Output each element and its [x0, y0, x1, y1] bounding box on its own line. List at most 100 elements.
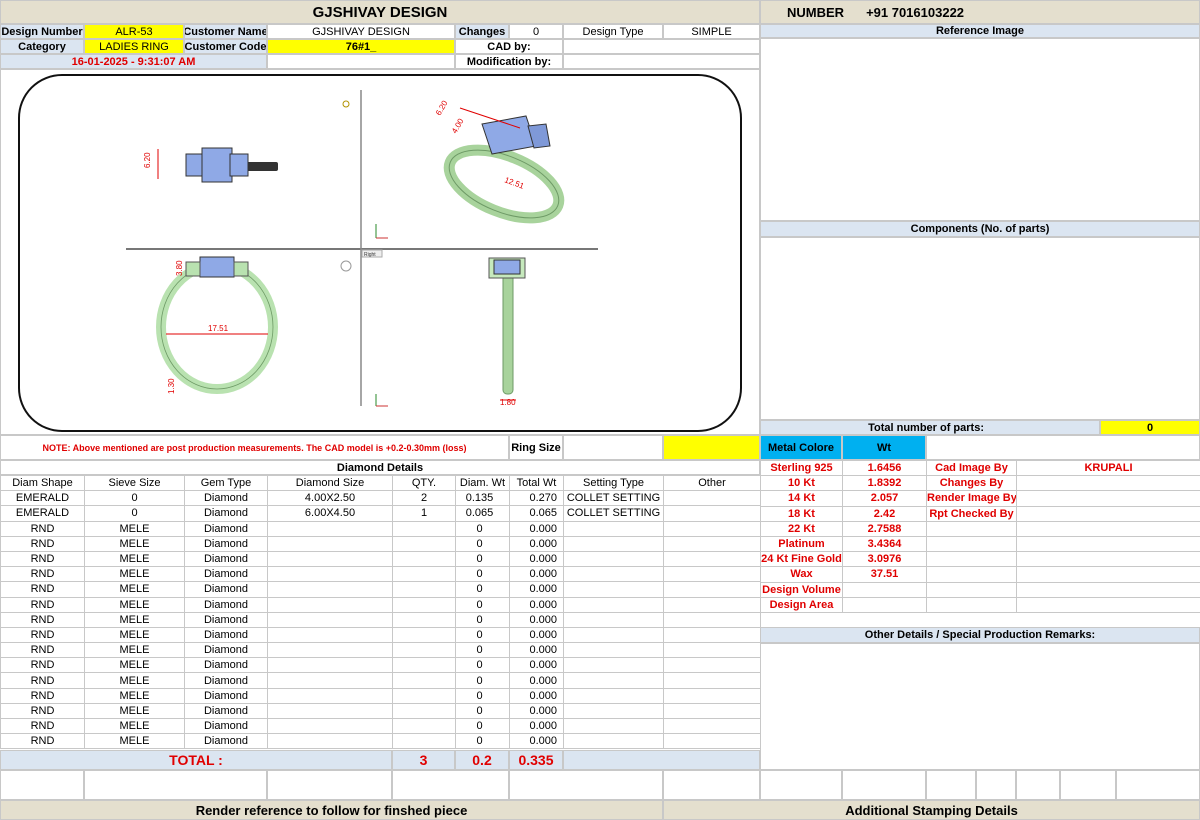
diamond-cell[interactable]: 0.000 — [509, 550, 564, 568]
diamond-cell[interactable]: Diamond — [184, 717, 268, 735]
diamond-cell[interactable]: RND — [0, 687, 85, 704]
diamond-cell[interactable] — [392, 672, 456, 689]
diamond-cell[interactable]: 0 — [455, 657, 510, 674]
diamond-cell[interactable]: MELE — [84, 596, 185, 613]
diamond-cell[interactable] — [392, 702, 456, 720]
diamond-cell[interactable] — [392, 626, 456, 644]
diamond-cell[interactable]: MELE — [84, 550, 185, 568]
diamond-cell[interactable]: Diamond — [184, 596, 268, 613]
diamond-cell[interactable]: 0.000 — [509, 687, 564, 704]
diamond-cell[interactable] — [267, 717, 393, 735]
diamond-cell[interactable]: 0 — [455, 535, 510, 552]
changes-value[interactable]: 0 — [509, 24, 563, 39]
diamond-cell[interactable] — [563, 733, 664, 750]
diamond-cell[interactable]: 0.000 — [509, 566, 564, 583]
diamond-cell[interactable]: Diamond — [184, 702, 268, 720]
diamond-cell[interactable]: RND — [0, 581, 85, 598]
diamond-cell[interactable] — [563, 535, 664, 552]
diamond-cell[interactable] — [663, 672, 761, 689]
components-area[interactable] — [760, 237, 1200, 420]
diamond-cell[interactable] — [663, 490, 761, 507]
diamond-cell[interactable] — [267, 702, 393, 720]
diamond-cell[interactable] — [563, 657, 664, 674]
diamond-cell[interactable] — [392, 581, 456, 598]
diamond-cell[interactable] — [663, 505, 761, 522]
diamond-cell[interactable]: MELE — [84, 672, 185, 689]
diamond-cell[interactable]: Diamond — [184, 581, 268, 598]
diamond-cell[interactable]: 0.135 — [455, 490, 510, 507]
diamond-cell[interactable] — [267, 687, 393, 704]
diamond-cell[interactable]: 1 — [392, 505, 456, 522]
diamond-cell[interactable]: 0 — [455, 550, 510, 568]
diamond-cell[interactable]: RND — [0, 626, 85, 644]
diamond-cell[interactable]: Diamond — [184, 657, 268, 674]
diamond-cell[interactable] — [663, 687, 761, 704]
diamond-cell[interactable]: MELE — [84, 520, 185, 537]
metal-weight[interactable]: 2.057 — [842, 490, 927, 507]
diamond-cell[interactable] — [392, 535, 456, 552]
diamond-cell[interactable] — [267, 566, 393, 583]
diamond-cell[interactable] — [392, 550, 456, 568]
diamond-cell[interactable]: 0.000 — [509, 657, 564, 674]
diamond-cell[interactable] — [392, 566, 456, 583]
diamond-cell[interactable]: MELE — [84, 535, 185, 552]
diamond-cell[interactable]: MELE — [84, 626, 185, 644]
customer-code-value[interactable]: 76#1_ — [267, 39, 455, 54]
diamond-cell[interactable] — [663, 733, 761, 750]
diamond-cell[interactable]: RND — [0, 566, 85, 583]
diamond-cell[interactable]: MELE — [84, 657, 185, 674]
diamond-cell[interactable] — [267, 642, 393, 659]
diamond-cell[interactable]: 0 — [84, 505, 185, 522]
diamond-cell[interactable]: 0 — [455, 596, 510, 613]
metal-weight[interactable]: 37.51 — [842, 566, 927, 583]
diamond-cell[interactable]: RND — [0, 520, 85, 537]
diamond-cell[interactable] — [563, 642, 664, 659]
diamond-cell[interactable] — [392, 642, 456, 659]
customer-name-value[interactable]: GJSHIVAY DESIGN — [267, 24, 455, 39]
diamond-cell[interactable]: 0 — [455, 581, 510, 598]
reference-image-area[interactable] — [760, 38, 1200, 221]
diamond-cell[interactable]: 0.000 — [509, 581, 564, 598]
diamond-cell[interactable]: EMERALD — [0, 505, 85, 522]
diamond-cell[interactable]: 0.000 — [509, 702, 564, 720]
metal-weight[interactable] — [842, 581, 927, 598]
diamond-cell[interactable]: MELE — [84, 733, 185, 750]
diamond-cell[interactable]: Diamond — [184, 520, 268, 537]
diamond-cell[interactable]: Diamond — [184, 490, 268, 507]
diamond-cell[interactable] — [267, 733, 393, 750]
diamond-cell[interactable] — [663, 550, 761, 568]
diamond-cell[interactable] — [663, 611, 761, 628]
diamond-cell[interactable] — [663, 520, 761, 537]
diamond-cell[interactable] — [663, 581, 761, 598]
signoff-value[interactable] — [1016, 475, 1200, 492]
diamond-cell[interactable]: 0.000 — [509, 717, 564, 735]
diamond-cell[interactable]: RND — [0, 657, 85, 674]
diamond-cell[interactable] — [392, 596, 456, 613]
diamond-cell[interactable]: 0.000 — [509, 535, 564, 552]
design-number-value[interactable]: ALR-53 — [84, 24, 184, 39]
diamond-cell[interactable] — [563, 596, 664, 613]
diamond-cell[interactable] — [267, 626, 393, 644]
diamond-cell[interactable] — [563, 687, 664, 704]
metal-weight[interactable]: 3.4364 — [842, 535, 927, 553]
diamond-cell[interactable] — [663, 657, 761, 674]
diamond-cell[interactable] — [663, 702, 761, 720]
diamond-cell[interactable]: 0.000 — [509, 672, 564, 689]
diamond-cell[interactable]: MELE — [84, 611, 185, 628]
ring-size-highlight[interactable] — [663, 435, 760, 460]
diamond-cell[interactable] — [663, 566, 761, 583]
diamond-cell[interactable]: RND — [0, 611, 85, 628]
diamond-cell[interactable]: COLLET SETTING — [563, 490, 664, 507]
diamond-cell[interactable]: 0.000 — [509, 642, 564, 659]
diamond-cell[interactable]: Diamond — [184, 535, 268, 552]
diamond-cell[interactable]: 0 — [455, 611, 510, 628]
diamond-cell[interactable]: Diamond — [184, 505, 268, 522]
diamond-cell[interactable]: MELE — [84, 687, 185, 704]
diamond-cell[interactable]: 0 — [455, 642, 510, 659]
diamond-cell[interactable]: 0.000 — [509, 520, 564, 537]
ring-size-value[interactable] — [563, 435, 663, 460]
diamond-cell[interactable]: RND — [0, 672, 85, 689]
diamond-cell[interactable]: Diamond — [184, 672, 268, 689]
diamond-cell[interactable] — [563, 702, 664, 720]
diamond-cell[interactable]: RND — [0, 702, 85, 720]
